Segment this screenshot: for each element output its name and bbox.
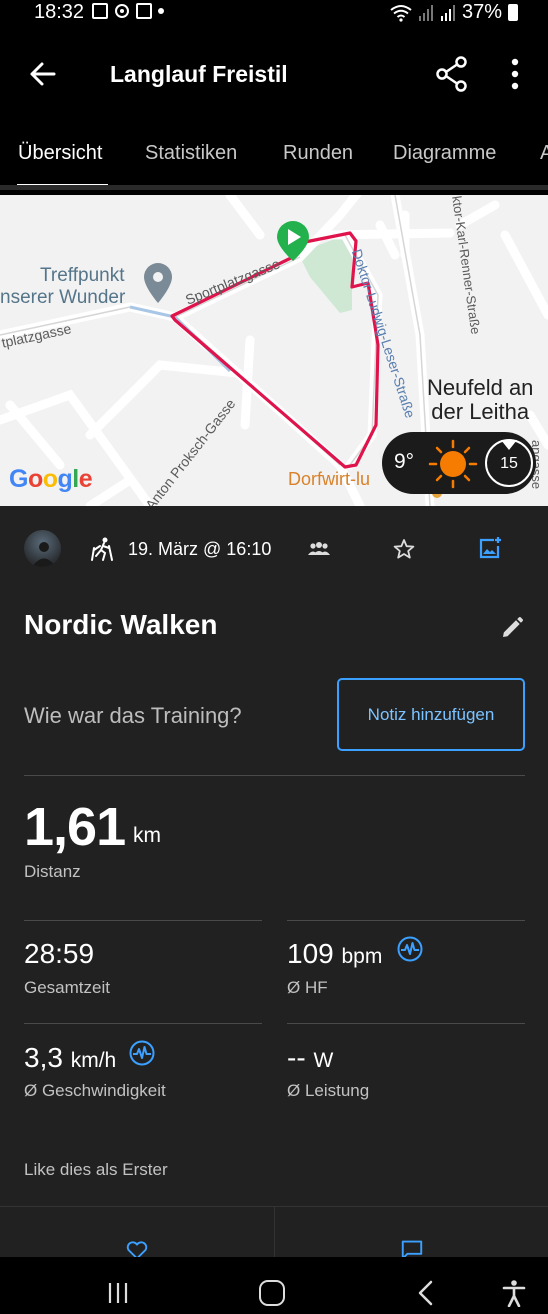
heart-rate-stat: 109 bpm: [287, 938, 383, 969]
sun-icon: [428, 439, 478, 489]
speed-stat: 3,3 km/h: [24, 1042, 117, 1073]
home-icon[interactable]: [259, 1280, 285, 1306]
accessibility-icon[interactable]: [502, 1279, 526, 1307]
location-icon: [115, 4, 129, 18]
status-bar: 18:32 37%: [0, 0, 548, 26]
more-vert-icon[interactable]: [500, 55, 530, 93]
heart-rate-info-icon[interactable]: [397, 936, 423, 962]
status-notification-icons: [92, 3, 164, 19]
tab-partial[interactable]: A: [540, 142, 548, 165]
town-label: Neufeld an der Leitha: [427, 375, 534, 424]
distance-label: Distanz: [24, 862, 81, 881]
system-nav-bar: [0, 1257, 548, 1314]
share-icon[interactable]: [434, 55, 470, 93]
battery-percentage: 37%: [461, 1, 502, 23]
tab-uebersicht[interactable]: Übersicht: [18, 142, 102, 165]
weather-widget[interactable]: 9° 15: [382, 432, 536, 494]
training-question: Wie war das Training?: [24, 703, 242, 728]
divider: [274, 1207, 275, 1258]
add-photo-icon[interactable]: [478, 536, 502, 560]
avatar[interactable]: [24, 530, 61, 567]
total-time-value: 28:59: [24, 938, 95, 969]
amazon-icon: [136, 3, 152, 19]
star-icon[interactable]: [393, 538, 415, 560]
divider: [24, 920, 262, 921]
distance-value: 1,61: [24, 797, 126, 857]
social-actions: [0, 1206, 548, 1260]
divider: [287, 920, 525, 921]
route-map[interactable]: Treffpunkt nserer Wunder Sportplatzgasse…: [0, 195, 548, 506]
activity-details: 19. März @ 16:10 Nordic Walken Wie war d…: [0, 506, 548, 1260]
wifi-icon: [390, 4, 412, 22]
heart-rate-label: Ø HF: [287, 978, 328, 997]
nav-back-icon[interactable]: [415, 1280, 435, 1306]
wind-indicator-icon: 15: [485, 439, 533, 487]
gallery-icon: [92, 3, 108, 19]
poi-label: Treffpunkt: [40, 265, 125, 286]
status-time: 18:32: [34, 1, 85, 23]
battery-icon: [508, 4, 518, 21]
status-system-icons: 37%: [390, 1, 518, 24]
divider: [287, 1023, 525, 1024]
google-logo: Google: [9, 465, 93, 493]
app-bar: Langlauf Freistil: [0, 26, 548, 124]
page-title: Langlauf Freistil: [110, 61, 288, 87]
back-arrow-icon[interactable]: [24, 56, 60, 92]
poi-label-2: nserer Wunder: [0, 287, 126, 308]
like-prompt: Like dies als Erster: [24, 1160, 168, 1179]
active-tab-indicator: [17, 184, 108, 185]
activity-date: 19. März @ 16:10: [128, 539, 272, 559]
signal-icon: [418, 4, 433, 21]
poi-pin-icon: [144, 263, 172, 303]
wind-speed: 15: [500, 455, 518, 472]
tab-runden[interactable]: Runden: [283, 142, 353, 165]
speed-label: Ø Geschwindigkeit: [24, 1081, 166, 1100]
divider: [24, 1023, 262, 1024]
tab-diagramme[interactable]: Diagramme: [393, 142, 496, 165]
temperature: 9°: [394, 450, 415, 473]
distance-unit: km: [133, 824, 161, 847]
power-label: Ø Leistung: [287, 1081, 370, 1100]
shop-label: Dorfwirt-lu: [288, 469, 371, 489]
recents-icon[interactable]: [106, 1282, 130, 1304]
total-time-label: Gesamtzeit: [24, 978, 110, 997]
signal-icon: [440, 4, 455, 21]
power-stat: -- W: [287, 1042, 334, 1073]
edit-pencil-icon[interactable]: [500, 616, 524, 640]
divider: [24, 775, 525, 776]
activity-name: Nordic Walken: [24, 609, 218, 640]
group-icon[interactable]: [308, 541, 330, 557]
nordic-walking-icon: [91, 537, 113, 561]
tab-statistiken[interactable]: Statistiken: [145, 142, 237, 165]
speed-info-icon[interactable]: [129, 1040, 155, 1066]
tab-bar: Übersicht Statistiken Runden Diagramme A: [0, 124, 548, 190]
add-note-button[interactable]: Notiz hinzufügen: [337, 678, 525, 751]
dot-icon: [158, 8, 164, 14]
